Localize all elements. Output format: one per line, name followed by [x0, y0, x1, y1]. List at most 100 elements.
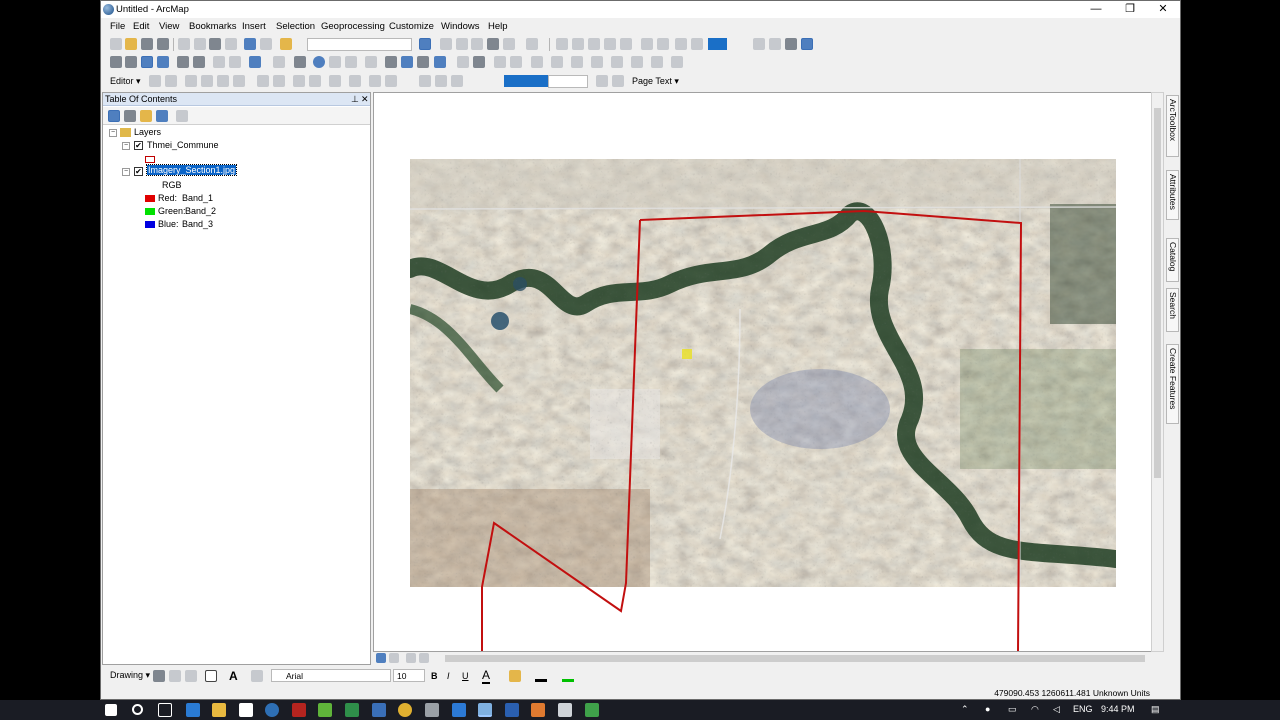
- select-elements-icon[interactable]: [153, 670, 165, 682]
- create-features-tab[interactable]: Create Features: [1166, 344, 1179, 424]
- layout-zoom-out-icon[interactable]: [572, 38, 584, 50]
- model-builder-icon[interactable]: [526, 38, 538, 50]
- edit-tool-icon[interactable]: [149, 75, 161, 87]
- volume-icon[interactable]: ◁: [1053, 704, 1060, 715]
- vertex-tool-icon[interactable]: [551, 56, 563, 68]
- paste-icon[interactable]: [209, 38, 221, 50]
- app-red-icon[interactable]: [292, 703, 306, 717]
- add-data-icon[interactable]: [280, 38, 292, 50]
- fixed-zoom-out-icon[interactable]: [657, 38, 669, 50]
- straight-segment-icon[interactable]: [185, 75, 197, 87]
- collapse-icon[interactable]: −: [122, 168, 130, 176]
- full-extent-icon[interactable]: [157, 56, 169, 68]
- fixed-zoom-out-icon[interactable]: [193, 56, 205, 68]
- search-tab[interactable]: Search: [1166, 288, 1179, 332]
- rectangle-icon[interactable]: [205, 670, 217, 682]
- commune-boundary-layer[interactable]: [374, 93, 1162, 652]
- mail-icon[interactable]: [239, 703, 253, 717]
- collapse-icon[interactable]: −: [122, 142, 130, 150]
- layout-view[interactable]: [373, 92, 1162, 652]
- next-page-icon[interactable]: [596, 75, 608, 87]
- edit-annotation-icon[interactable]: [165, 75, 177, 87]
- edge-icon[interactable]: [186, 703, 200, 717]
- save-icon[interactable]: [141, 38, 153, 50]
- time-slider-icon[interactable]: [434, 56, 446, 68]
- app-blue-icon[interactable]: [372, 703, 386, 717]
- bold-button[interactable]: B: [431, 671, 438, 681]
- font-combo[interactable]: Arial: [271, 669, 391, 682]
- edit-vertices-icon[interactable]: [671, 56, 683, 68]
- text-tool-icon[interactable]: A: [229, 669, 238, 683]
- go-forward-icon[interactable]: [229, 56, 241, 68]
- page-text-menu[interactable]: Page Text ▾: [632, 76, 679, 87]
- marker-color-icon[interactable]: [562, 670, 574, 682]
- rotate-icon[interactable]: [169, 670, 181, 682]
- layout-pan-icon[interactable]: [588, 38, 600, 50]
- outline-symbol-icon[interactable]: [145, 156, 155, 163]
- toc-close-icon[interactable]: ✕: [361, 94, 369, 105]
- start-icon[interactable]: [105, 704, 117, 716]
- list-by-selection-icon[interactable]: [156, 110, 168, 122]
- data-driven-refresh-icon[interactable]: [451, 75, 463, 87]
- arctoolbox-tab[interactable]: ArcToolbox: [1166, 95, 1179, 157]
- microphone-icon[interactable]: ●: [985, 704, 990, 714]
- horizontal-scrollbar[interactable]: [373, 652, 1162, 665]
- tray-chevron-icon[interactable]: ⌃: [961, 704, 969, 715]
- fixed-zoom-icon[interactable]: [177, 56, 189, 68]
- close-button[interactable]: ✕: [1146, 1, 1180, 18]
- html-popup-icon[interactable]: [345, 56, 357, 68]
- change-layout-icon[interactable]: [785, 38, 797, 50]
- measure-icon[interactable]: [365, 56, 377, 68]
- commune-boundary[interactable]: [481, 219, 641, 652]
- python-window-icon[interactable]: [503, 38, 515, 50]
- drawing-menu[interactable]: Drawing ▾: [110, 670, 150, 681]
- vscode-icon[interactable]: [452, 703, 466, 717]
- find-route-icon[interactable]: [401, 56, 413, 68]
- redo-icon[interactable]: [260, 38, 272, 50]
- menu-help[interactable]: Help: [488, 21, 508, 32]
- zoom-to-elements-icon[interactable]: [185, 670, 197, 682]
- new-document-icon[interactable]: [110, 38, 122, 50]
- data-driven-prev-icon[interactable]: [435, 75, 447, 87]
- vertical-scrollbar[interactable]: [1151, 92, 1164, 652]
- arctoolbox-icon[interactable]: [487, 38, 499, 50]
- attributes-tab[interactable]: Attributes: [1166, 170, 1179, 220]
- menu-selection[interactable]: Selection: [276, 21, 315, 32]
- create-viewer-window-icon[interactable]: [457, 56, 469, 68]
- app-orange-icon[interactable]: [531, 703, 545, 717]
- layer-name-selected[interactable]: Imagery_Section1.jpg: [145, 164, 238, 176]
- list-by-visibility-icon[interactable]: [140, 110, 152, 122]
- select-elements-icon[interactable]: [294, 56, 306, 68]
- file-explorer-icon[interactable]: [212, 703, 226, 717]
- undo-icon[interactable]: [244, 38, 256, 50]
- layout-zoom-percent-icon[interactable]: [708, 38, 727, 50]
- clear-selection-icon[interactable]: [273, 56, 285, 68]
- layer-visibility-checkbox[interactable]: ✔: [134, 141, 143, 150]
- rotate-tool-icon[interactable]: [571, 56, 583, 68]
- collapse-icon[interactable]: −: [109, 129, 117, 137]
- fill-color-icon[interactable]: [509, 670, 521, 682]
- focus-data-frame-icon[interactable]: [769, 38, 781, 50]
- toc-window-icon[interactable]: [440, 38, 452, 50]
- point-icon[interactable]: [233, 75, 245, 87]
- menu-geoprocessing[interactable]: Geoprocessing: [321, 21, 385, 32]
- next-extent-icon[interactable]: [691, 38, 703, 50]
- layer-name[interactable]: Thmei_Commune: [147, 140, 219, 150]
- font-size-combo[interactable]: 10: [393, 669, 425, 682]
- clock[interactable]: 9:44 PM: [1101, 704, 1135, 714]
- cut-icon[interactable]: [178, 38, 190, 50]
- horizontal-scroll-thumb[interactable]: [445, 655, 1145, 662]
- vertical-scroll-thumb[interactable]: [1154, 108, 1161, 478]
- copy-icon[interactable]: [194, 38, 206, 50]
- commune-boundary[interactable]: [639, 209, 1023, 652]
- rotate-feature-icon[interactable]: [273, 75, 285, 87]
- toc-options-icon[interactable]: [176, 110, 188, 122]
- scale-tool-icon[interactable]: [591, 56, 603, 68]
- attributes-icon[interactable]: [293, 75, 305, 87]
- sketch-properties-icon[interactable]: [309, 75, 321, 87]
- data-driven-first-icon[interactable]: [419, 75, 431, 87]
- pan-icon[interactable]: [141, 56, 153, 68]
- minimize-button[interactable]: —: [1079, 1, 1113, 18]
- italic-button[interactable]: I: [447, 671, 450, 681]
- notifications-icon[interactable]: ▤: [1151, 704, 1160, 715]
